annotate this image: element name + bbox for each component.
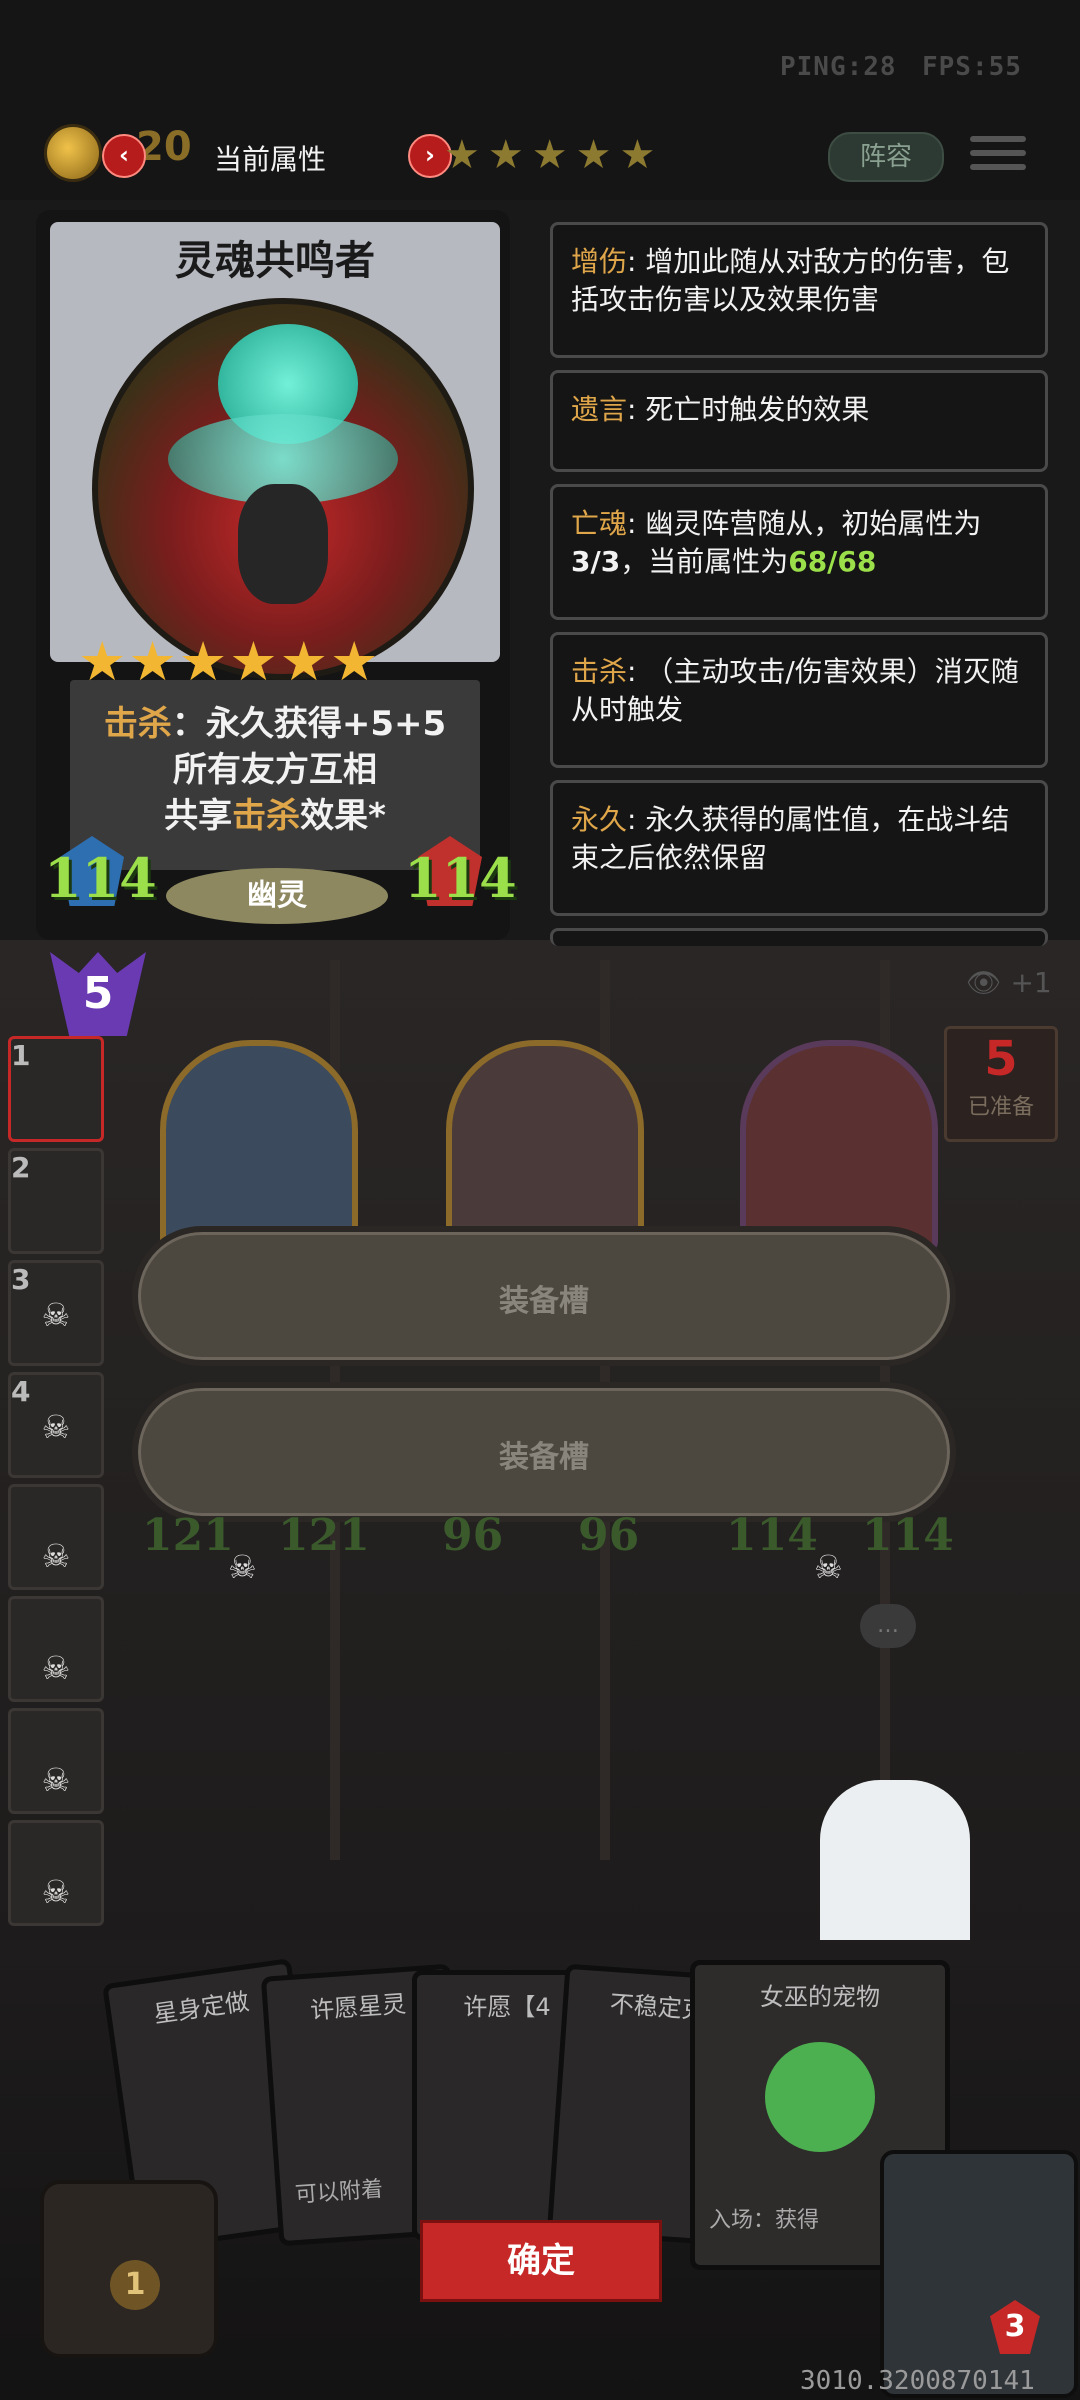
pet-frog-art [765,2042,875,2152]
skull-icon: ☠ [41,1408,71,1446]
keyword-num: 3/3 [571,545,621,578]
equip-slot[interactable]: 装备槽 [132,1382,956,1522]
keyword-box-more [550,928,1048,946]
ready-label: 已准备 [967,1095,1034,1120]
side-slot[interactable]: 2 [8,1148,104,1254]
keyword-desc: : 永久获得的属性值，在战斗结束之后依然保留 [571,803,1010,874]
card-text-line-2: 所有友方互相 [173,750,377,790]
side-slot[interactable]: ☠ [8,1484,104,1590]
ready-count: 5 [984,1031,1018,1087]
side-slot[interactable]: 1 [8,1036,104,1142]
skull-icon: ☠ [41,1761,71,1799]
keyword-box-permanent: 永久: 永久获得的属性值，在战斗结束之后依然保留 [550,780,1048,916]
keyword-term: 永久 [571,803,628,836]
attr-title: 当前属性 [214,143,327,176]
chat-icon[interactable]: … [860,1604,916,1648]
ping-readout: PING:28 [780,52,897,82]
bag-count: 1 [110,2260,160,2310]
card-portrait [92,298,474,680]
side-slot[interactable]: ☠ [8,1820,104,1926]
lineup-button[interactable]: 阵容 [828,132,944,182]
hand-card-title: 女巫的宠物 [760,1983,880,2011]
session-id: 3010.3200870141 [800,2366,1035,2396]
skull-icon: ☠ [41,1296,71,1334]
card-keyword: 击杀 [232,796,301,836]
card-text-span: ：永久获得+5+5 [171,704,447,744]
card-keyword: 击杀 [103,704,172,744]
keyword-term: 遗言 [571,393,628,426]
eye-plus-value: +1 [1010,966,1052,999]
keyword-box-undead: 亡魂: 幽灵阵营随从，初始属性为3/3，当前属性为68/68 [550,484,1048,620]
keyword-num: 68/68 [788,545,877,578]
tavern-tier: 5 [82,968,114,1019]
keyword-desc: : 幽灵阵营随从，初始属性为 [627,507,982,540]
card-text-line-1: 击杀：永久获得+5+5 [70,696,480,745]
minion-health: 96 [578,1510,640,1561]
card-stars: ★★★★★★ [78,630,381,693]
board-minion[interactable] [160,1040,358,1252]
keyword-desc: : （主动攻击/伤害效果）消灭随从时触发 [571,655,1019,726]
minion-attack: 96 [442,1510,504,1561]
skull-icon: ☠ [228,1548,257,1586]
minion-health: 114 [862,1510,954,1561]
card-text-span: 共享 [164,796,233,836]
confirm-button[interactable]: 确定 [420,2220,662,2302]
keyword-term: 击杀 [571,655,628,688]
minion-attack: 114 [726,1510,818,1561]
keyword-term: 增伤 [571,245,628,278]
menu-icon[interactable] [970,128,1026,180]
minion-health: 121 [278,1510,370,1561]
board-minion[interactable] [740,1040,938,1252]
fps-readout: FPS:55 [922,52,1022,82]
keyword-box-boost: 增伤: 增加此随从对敌方的伤害，包括攻击伤害以及效果伤害 [550,222,1048,358]
board-minion[interactable] [446,1040,644,1252]
card-text-line-3: 共享击杀效果* [70,788,480,837]
card-attack: 114 [44,846,157,910]
ready-counter: 5 已准备 [944,1026,1058,1142]
caster-art [238,484,328,604]
card-text-span: 效果* [300,796,386,836]
skull-icon: ☠ [41,1649,71,1687]
hero-portrait[interactable] [880,2150,1078,2398]
equip-slot[interactable]: 装备槽 [132,1226,956,1366]
keyword-term: 亡魂 [571,507,628,540]
side-slot-num: 1 [11,1039,31,1072]
side-slot-num: 3 [11,1263,31,1296]
keyword-box-deathrattle: 遗言: 死亡时触发的效果 [550,370,1048,472]
minion-attack: 121 [142,1510,234,1561]
skull-icon: ☠ [41,1537,71,1575]
skull-icon: ☠ [41,1873,71,1911]
coin-icon [44,124,102,182]
card-health: 114 [404,846,517,910]
keyword-desc: : 增加此随从对敌方的伤害，包括攻击伤害以及效果伤害 [571,245,1010,316]
side-slot-num: 2 [11,1151,31,1184]
tavern-star-row: ★★★★★ [444,132,664,178]
skull-icon: ☠ [814,1548,843,1586]
eye-plus-counter[interactable]: 👁 +1 [966,966,1052,999]
prev-attr-button[interactable]: ‹ [102,134,146,178]
side-slot[interactable]: ☠ [8,1596,104,1702]
side-slot-num: 4 [11,1375,31,1408]
keyword-box-kill: 击杀: （主动攻击/伤害效果）消灭随从时触发 [550,632,1048,768]
keyword-desc: : 死亡时触发的效果 [627,393,870,426]
side-slot[interactable]: 3 ☠ [8,1260,104,1366]
side-slot[interactable]: 4 ☠ [8,1372,104,1478]
keyword-desc: ，当前属性为 [620,545,789,578]
card-name: 灵魂共鸣者 [175,238,375,284]
side-slot[interactable]: ☠ [8,1708,104,1814]
card-tribe: 幽灵 [166,868,388,924]
